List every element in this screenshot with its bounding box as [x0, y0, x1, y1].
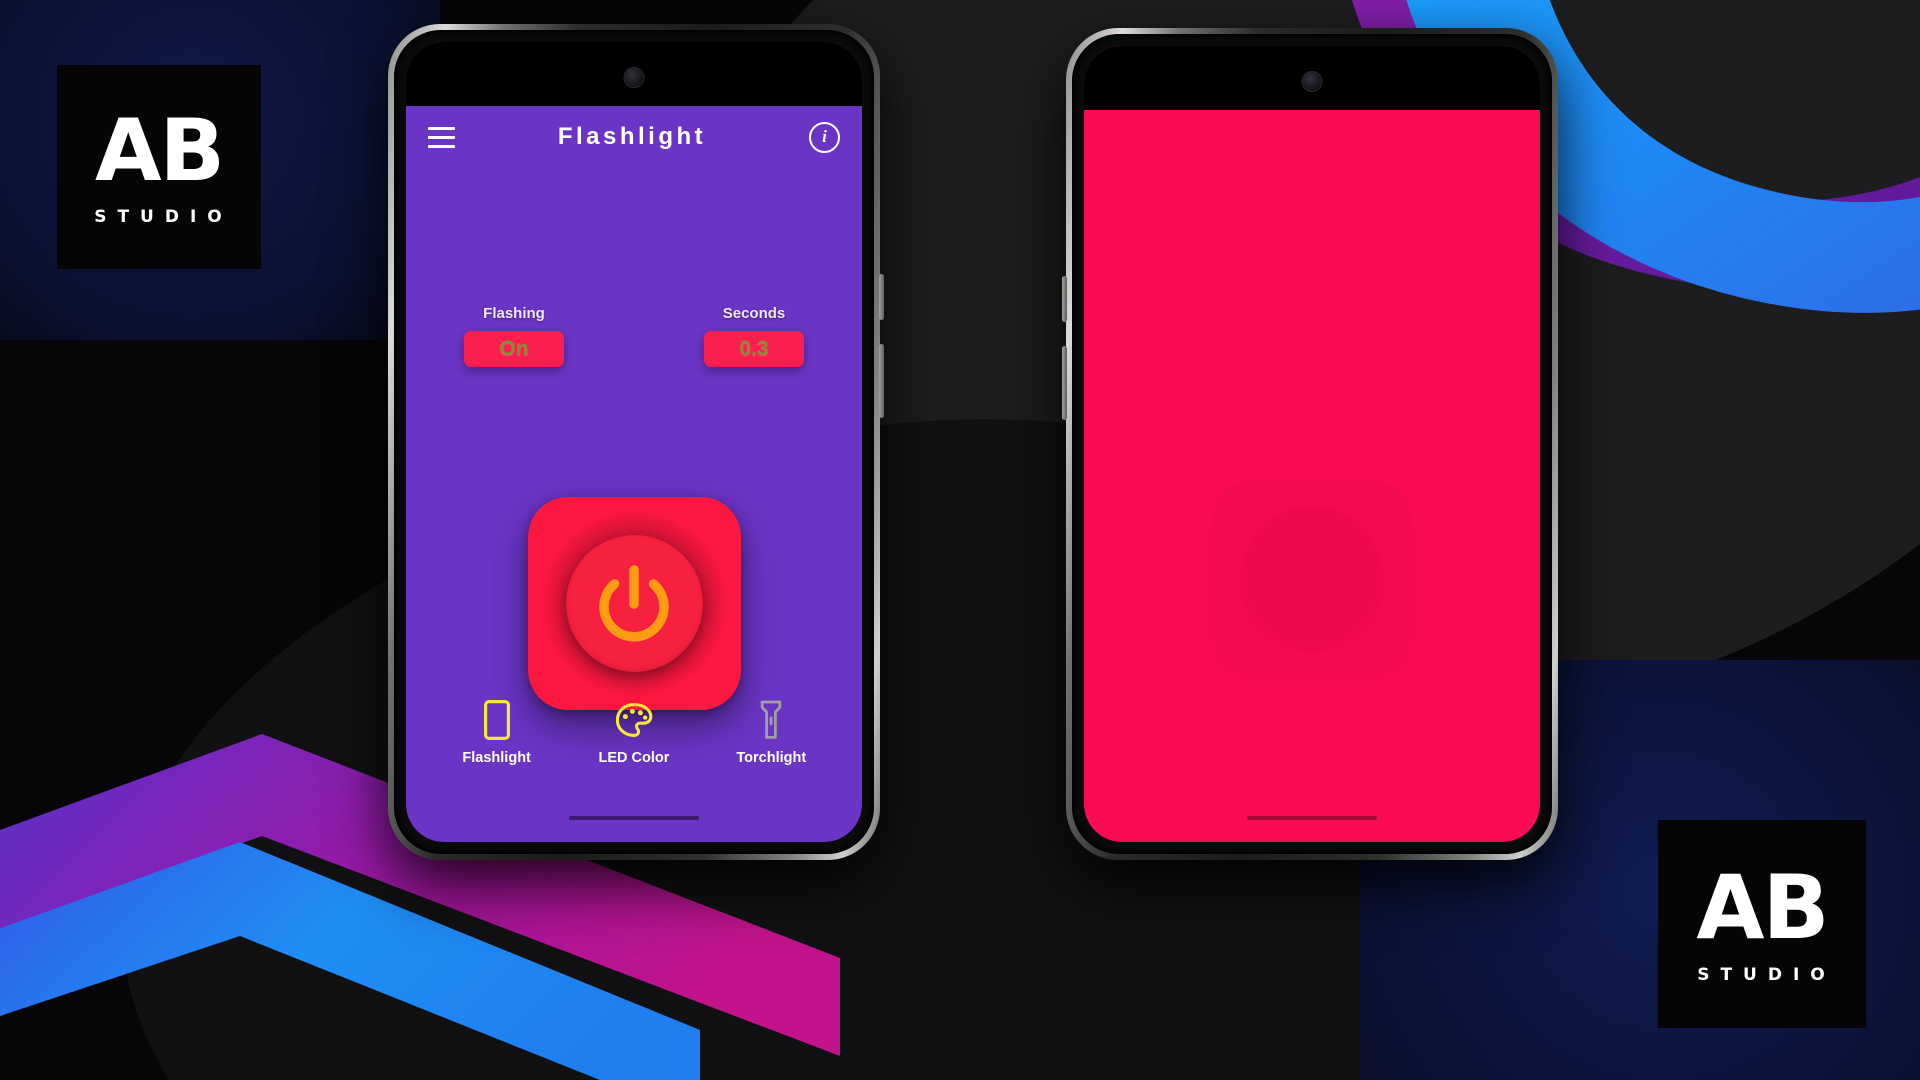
- power-button-ghost-outline: [1214, 480, 1410, 672]
- power-side-button[interactable]: [1062, 346, 1067, 420]
- color-palette-icon: [615, 699, 653, 741]
- nav-label: Flashlight: [462, 750, 531, 766]
- flashlight-app: Flashlight i Flashing On Seconds 0.3 Fla…: [406, 42, 862, 842]
- power-button-circle: [565, 535, 703, 672]
- front-camera-icon: [624, 68, 644, 87]
- info-circle-icon[interactable]: i: [809, 121, 840, 153]
- power-icon: [599, 564, 669, 642]
- flashing-label: Flashing: [483, 305, 545, 322]
- home-gesture-indicator[interactable]: [569, 816, 699, 820]
- flashing-control: Flashing On: [464, 305, 564, 367]
- nav-item-torchlight[interactable]: Torchlight: [716, 699, 826, 766]
- nav-label: Torchlight: [736, 750, 807, 766]
- promo-background: AB STUDIO AB STUDIO Flashlight i Flashin…: [0, 0, 1920, 1080]
- screen-flash-surface[interactable]: [1084, 46, 1540, 842]
- home-gesture-indicator[interactable]: [1247, 816, 1377, 820]
- logo-wordmark: STUDIO: [1697, 964, 1836, 985]
- nav-label: LED Color: [598, 750, 670, 766]
- seconds-control: Seconds 0.3: [704, 305, 804, 367]
- app-bar: Flashlight i: [406, 106, 862, 168]
- flashlight-torch-icon: [759, 699, 783, 741]
- phone-screen: Flashlight i Flashing On Seconds 0.3 Fla…: [406, 42, 862, 842]
- power-button-area: [406, 497, 862, 710]
- control-row: Flashing On Seconds 0.3: [406, 305, 862, 367]
- hamburger-menu-icon[interactable]: [428, 126, 455, 148]
- seconds-label: Seconds: [722, 305, 786, 322]
- volume-button[interactable]: [879, 274, 884, 320]
- logo-wordmark: STUDIO: [94, 206, 233, 227]
- logo-mark: AB: [1696, 855, 1829, 959]
- ab-studio-logo-top-left: AB STUDIO: [57, 65, 261, 269]
- seconds-interval[interactable]: 0.3: [704, 331, 804, 367]
- power-side-button[interactable]: [879, 344, 884, 418]
- ab-studio-logo-bottom-right: AB STUDIO: [1658, 820, 1866, 1028]
- nav-item-led-color[interactable]: LED Color: [579, 699, 689, 766]
- phone-bezel: Flashlight i Flashing On Seconds 0.3 Fla…: [394, 30, 874, 854]
- nav-item-flashlight[interactable]: Flashlight: [442, 699, 552, 766]
- volume-button[interactable]: [1062, 276, 1067, 322]
- power-button-ghost-circle: [1243, 507, 1381, 645]
- power-toggle-button[interactable]: [527, 497, 741, 710]
- page-title: Flashlight: [557, 123, 707, 150]
- phone-screen: [1084, 46, 1540, 842]
- bottom-navigation: Flashlight LED Color Torchlight: [406, 699, 862, 766]
- front-camera-icon: [1302, 72, 1322, 91]
- phone-mockup-left: Flashlight i Flashing On Seconds 0.3 Fla…: [388, 24, 884, 860]
- logo-mark: AB: [94, 100, 225, 201]
- phone-mockup-right: [1062, 28, 1558, 860]
- phone-bezel: [1072, 34, 1552, 854]
- phone-screen-icon: [483, 699, 510, 741]
- flashing-toggle[interactable]: On: [464, 331, 564, 367]
